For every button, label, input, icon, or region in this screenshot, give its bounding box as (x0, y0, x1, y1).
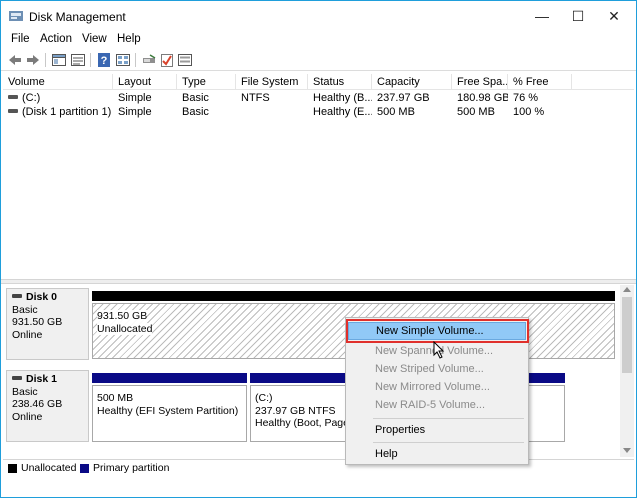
column-header-volume[interactable]: Volume (3, 74, 113, 90)
menu-separator (373, 418, 524, 419)
volume-name: (Disk 1 partition 1) (22, 106, 112, 118)
disk-graphical-view: Disk 0 Basic 931.50 GB Online 931.50 GB … (3, 285, 634, 457)
disk-1-status: Online (12, 410, 43, 423)
column-header-type[interactable]: Type (177, 74, 236, 90)
volume-icon (8, 109, 18, 114)
toolbar-separator (90, 53, 91, 67)
percent-free-cell: 100 % (513, 106, 545, 118)
help-icon[interactable]: ? (96, 52, 112, 68)
disk-1-name-text: Disk 1 (26, 373, 57, 385)
disk-icon (12, 294, 22, 299)
disk-0-name-text: Disk 0 (26, 291, 57, 303)
volume-name: (C:) (22, 92, 41, 104)
capacity-cell: 237.97 GB (377, 92, 430, 104)
toolbar-separator (45, 53, 46, 67)
menu-file[interactable]: File (9, 33, 32, 45)
file-system-cell: NTFS (241, 92, 270, 104)
partition-status: Healthy (EFI System Partition) (97, 404, 239, 417)
disk-1-type: Basic (12, 385, 38, 398)
menu-view[interactable]: View (80, 33, 109, 45)
context-menu: New Simple Volume... New Spanned Volume.… (345, 317, 529, 465)
menu-help[interactable]: Help (115, 33, 143, 45)
title-bar: Disk Management — ☐ ✕ (1, 1, 636, 32)
partition-size: 931.50 GB (97, 310, 148, 323)
forward-arrow-icon[interactable] (25, 52, 41, 68)
menu-item-help[interactable]: Help (348, 445, 526, 463)
layout-cell: Simple (118, 92, 152, 104)
disk-0-status: Online (12, 328, 43, 341)
layout-cell: Simple (118, 106, 152, 118)
free-space-cell: 500 MB (457, 106, 495, 118)
disk-management-icon (9, 11, 23, 21)
disk-1-name: Disk 1 (12, 373, 83, 386)
console-tree-icon[interactable] (51, 52, 67, 68)
legend-swatch-primary (80, 464, 89, 473)
svg-text:?: ? (101, 55, 108, 67)
primary-partition-bar (92, 373, 247, 383)
connect-icon[interactable] (141, 52, 157, 68)
menu-separator (373, 442, 524, 443)
volume-list-header: Volume Layout Type File System Status Ca… (3, 74, 634, 90)
partition-status: Unallocated (97, 322, 153, 335)
status-cell: Healthy (E... (313, 106, 372, 118)
toolbar-separator (135, 53, 136, 67)
disk-1-size: 238.46 GB (12, 398, 63, 410)
volume-list: Volume Layout Type File System Status Ca… (3, 74, 634, 278)
pane-splitter[interactable] (1, 279, 636, 284)
volume-cell: (Disk 1 partition 1) (3, 105, 113, 119)
column-header-file-system[interactable]: File System (236, 74, 308, 90)
menu-bar: File Action View Help (1, 32, 636, 50)
disk-0-label[interactable]: Disk 0 Basic 931.50 GB Online (6, 288, 89, 360)
check-icon[interactable] (159, 52, 175, 68)
legend-label-primary: Primary partition (93, 462, 170, 474)
close-button[interactable]: ✕ (591, 1, 636, 32)
menu-item-new-striped-volume[interactable]: New Striped Volume... (348, 360, 526, 378)
scroll-up-arrow-icon[interactable] (623, 287, 631, 292)
disk-0-type: Basic (12, 303, 38, 316)
percent-free-cell: 76 % (513, 92, 539, 104)
scroll-down-arrow-icon[interactable] (623, 448, 631, 453)
menu-item-new-simple-volume[interactable]: New Simple Volume... (348, 322, 526, 340)
table-row[interactable]: (Disk 1 partition 1) Simple Basic Health… (3, 105, 634, 119)
free-space-cell: 180.98 GB (457, 92, 508, 104)
column-header-free-space[interactable]: Free Spa... (452, 74, 508, 90)
unallocated-bar (92, 291, 615, 301)
disk-0-name: Disk 0 (12, 291, 83, 304)
back-arrow-icon[interactable] (7, 52, 23, 68)
toolbar: ? (1, 50, 636, 71)
mouse-cursor-icon (433, 341, 445, 359)
disk-1-efi-partition[interactable]: 500 MB Healthy (EFI System Partition) (92, 385, 247, 442)
column-header-capacity[interactable]: Capacity (372, 74, 452, 90)
disk-management-window: Disk Management — ☐ ✕ File Action View H… (0, 0, 637, 498)
type-cell: Basic (182, 92, 209, 104)
column-header-status[interactable]: Status (308, 74, 372, 90)
list-view-icon[interactable] (115, 52, 131, 68)
volume-cell: (C:) (3, 91, 113, 105)
column-header-layout[interactable]: Layout (113, 74, 177, 90)
file-system-cell (236, 105, 308, 119)
legend-swatch-unallocated (8, 464, 17, 473)
volume-icon (8, 95, 18, 100)
table-row[interactable]: (C:) Simple Basic NTFS Healthy (B... 237… (3, 91, 634, 105)
menu-item-new-raid5-volume[interactable]: New RAID-5 Volume... (348, 396, 526, 414)
disk-0-size: 931.50 GB (12, 316, 63, 328)
menu-item-properties[interactable]: Properties (348, 421, 526, 439)
legend: Unallocated Primary partition (3, 459, 634, 475)
window-title: Disk Management (29, 10, 126, 24)
menu-item-new-mirrored-volume[interactable]: New Mirrored Volume... (348, 378, 526, 396)
vertical-scrollbar[interactable] (620, 285, 634, 457)
type-cell: Basic (182, 106, 209, 118)
partition-size: 500 MB (97, 392, 134, 404)
disk-1-label[interactable]: Disk 1 Basic 238.46 GB Online (6, 370, 89, 442)
disk-icon (12, 376, 22, 381)
status-cell: Healthy (B... (313, 92, 372, 104)
settings-icon[interactable] (177, 52, 193, 68)
scrollbar-thumb[interactable] (622, 297, 632, 373)
capacity-cell: 500 MB (377, 106, 415, 118)
legend-label-unallocated: Unallocated (21, 462, 77, 474)
column-header-percent-free[interactable]: % Free (508, 74, 572, 90)
properties-list-icon[interactable] (70, 52, 86, 68)
menu-action[interactable]: Action (38, 33, 74, 45)
